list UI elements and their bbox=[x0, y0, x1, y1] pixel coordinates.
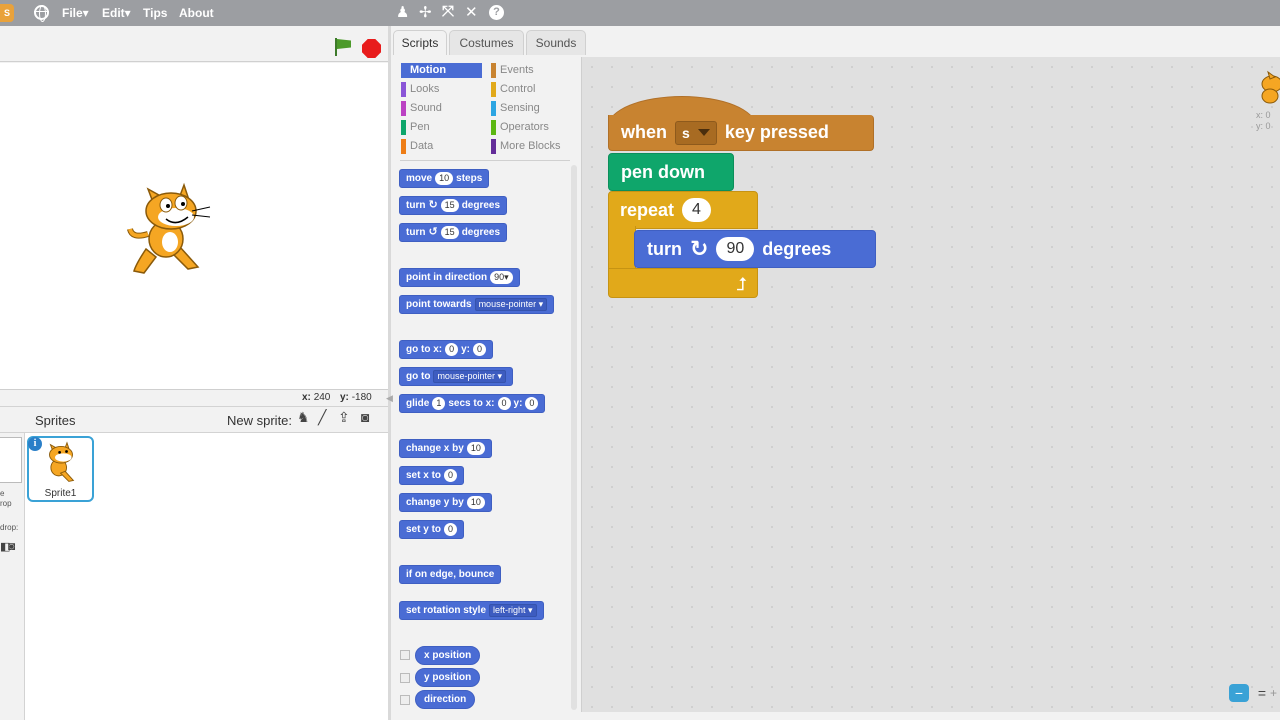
new-sprite-label: New sprite: bbox=[227, 413, 293, 428]
backdrop-label: drop: bbox=[0, 523, 19, 532]
upload-sprite-icon[interactable]: ⇪ bbox=[338, 409, 350, 426]
y-position-checkbox[interactable] bbox=[400, 673, 410, 683]
rotation-style-block[interactable]: set rotation style left-right ▾ bbox=[399, 601, 544, 620]
point-towards-block[interactable]: point towards mouse-pointer ▾ bbox=[399, 295, 555, 314]
edit-menu[interactable]: Edit▾ bbox=[102, 6, 131, 20]
category-pen[interactable]: Pen bbox=[401, 120, 430, 135]
category-events[interactable]: Events bbox=[491, 63, 534, 78]
cut-icon[interactable]: ✢ bbox=[419, 3, 432, 21]
stage-y-coordinate: y: -180 bbox=[340, 392, 372, 403]
zoom-reset-icon[interactable]: = bbox=[1252, 684, 1272, 702]
stop-sign-icon[interactable] bbox=[362, 39, 381, 58]
stage-pane-text: rop bbox=[0, 499, 12, 508]
grow-icon[interactable]: ⤧ bbox=[442, 3, 454, 20]
pane-divider[interactable] bbox=[388, 26, 391, 720]
palette-scrollbar[interactable] bbox=[571, 165, 577, 710]
rotate-clockwise-icon: ↻ bbox=[690, 236, 709, 261]
point-in-direction-block[interactable]: point in direction 90▾ bbox=[399, 268, 520, 287]
when-key-pressed-block[interactable]: when s key pressed bbox=[608, 115, 874, 151]
tab-scripts[interactable]: Scripts bbox=[393, 30, 447, 55]
set-x-block[interactable]: set x to 0 bbox=[399, 466, 465, 485]
stage-pane-text: e bbox=[0, 489, 5, 498]
category-sound[interactable]: Sound bbox=[401, 101, 442, 116]
menu-bar: S File▾ Edit▾ Tips About ♟ ✢ ⤧ ✕ ? bbox=[0, 0, 1280, 26]
move-steps-block[interactable]: move 10 steps bbox=[399, 169, 490, 188]
category-looks[interactable]: Looks bbox=[401, 82, 439, 97]
category-data[interactable]: Data bbox=[401, 139, 433, 154]
sprites-title: Sprites bbox=[35, 413, 76, 428]
repeat-block-arm bbox=[608, 226, 636, 272]
category-operators[interactable]: Operators bbox=[491, 120, 549, 135]
collapse-stage-icon[interactable]: ◀ bbox=[386, 393, 393, 404]
scratch-logo[interactable]: S bbox=[0, 4, 14, 22]
stage-x-coordinate: x: 240 bbox=[302, 392, 331, 403]
change-y-block[interactable]: change y by 10 bbox=[399, 493, 492, 512]
file-menu[interactable]: File▾ bbox=[62, 6, 89, 20]
glide-block[interactable]: glide 1 secs to x: 0 y: 0 bbox=[399, 394, 546, 413]
sprite-name: Sprite1 bbox=[44, 488, 77, 499]
current-sprite-coords: x: 0 y: 0 bbox=[1256, 110, 1271, 131]
zoom-in-icon[interactable]: + bbox=[1270, 684, 1280, 702]
x-position-checkbox[interactable] bbox=[400, 650, 410, 660]
rotate-counterclockwise-icon: ↺ bbox=[428, 226, 438, 238]
dropdown-arrow-icon bbox=[697, 129, 710, 136]
pen-down-block[interactable]: pen down bbox=[608, 153, 734, 191]
repeat-block-label: repeat 4 bbox=[608, 191, 723, 229]
change-x-block[interactable]: change x by 10 bbox=[399, 439, 492, 458]
tab-sounds[interactable]: Sounds bbox=[526, 30, 586, 55]
green-flag-icon[interactable] bbox=[333, 38, 353, 56]
stage[interactable] bbox=[0, 63, 388, 390]
language-globe-icon[interactable] bbox=[34, 5, 49, 22]
shrink-icon[interactable]: ✕ bbox=[465, 3, 478, 21]
stage-header bbox=[0, 32, 388, 62]
tab-costumes[interactable]: Costumes bbox=[449, 30, 524, 55]
turn-left-block[interactable]: turn ↺ 15 degrees bbox=[399, 223, 508, 242]
stage-thumbnail[interactable] bbox=[0, 437, 22, 483]
paint-new-sprite-icon[interactable]: ╱ bbox=[318, 409, 326, 426]
block-palette bbox=[393, 55, 578, 720]
direction-checkbox[interactable] bbox=[400, 695, 410, 705]
camera-icon[interactable]: ◙ bbox=[361, 409, 369, 425]
direction-reporter[interactable]: direction bbox=[415, 690, 476, 709]
key-dropdown[interactable]: s bbox=[675, 120, 717, 145]
help-icon[interactable]: ? bbox=[489, 5, 504, 20]
turn-degrees-input[interactable]: 90 bbox=[716, 237, 755, 261]
repeat-count-input[interactable]: 4 bbox=[682, 198, 711, 222]
palette-separator bbox=[400, 160, 570, 161]
backdrop-camera-icon[interactable]: ◙ bbox=[8, 539, 15, 553]
current-sprite-icon bbox=[1261, 70, 1280, 104]
category-sensing[interactable]: Sensing bbox=[491, 101, 540, 116]
sprite-thumbnail[interactable]: i Sprite1 bbox=[27, 436, 94, 502]
turn-right-block[interactable]: turn ↻ 15 degrees bbox=[399, 196, 508, 215]
y-position-reporter[interactable]: y position bbox=[415, 668, 481, 687]
category-motion[interactable]: Motion bbox=[401, 63, 482, 78]
set-y-block[interactable]: set y to 0 bbox=[399, 520, 465, 539]
category-more-blocks[interactable]: More Blocks bbox=[491, 139, 561, 154]
go-to-block[interactable]: go to mouse-pointer ▾ bbox=[399, 367, 513, 386]
cat-sprite[interactable] bbox=[126, 179, 216, 279]
duplicate-icon[interactable]: ♟ bbox=[396, 3, 409, 21]
bounce-block[interactable]: if on edge, bounce bbox=[399, 565, 502, 584]
about-menu[interactable]: About bbox=[179, 6, 214, 20]
turn-degrees-block[interactable]: turn ↻ 90 degrees bbox=[634, 230, 876, 268]
zoom-out-icon[interactable]: − bbox=[1229, 684, 1249, 702]
go-to-xy-block[interactable]: go to x: 0 y: 0 bbox=[399, 340, 494, 359]
rotate-clockwise-icon: ↻ bbox=[428, 199, 438, 211]
sprite-thumbnail-cat bbox=[49, 441, 75, 482]
category-control[interactable]: Control bbox=[491, 82, 535, 97]
x-position-reporter[interactable]: x position bbox=[415, 646, 481, 665]
loop-arrow-icon: ⮥ bbox=[736, 274, 747, 294]
repeat-block-foot: ⮥ bbox=[608, 268, 758, 298]
choose-sprite-from-library-icon[interactable]: ♞ bbox=[297, 409, 310, 426]
tips-menu[interactable]: Tips bbox=[143, 6, 167, 20]
